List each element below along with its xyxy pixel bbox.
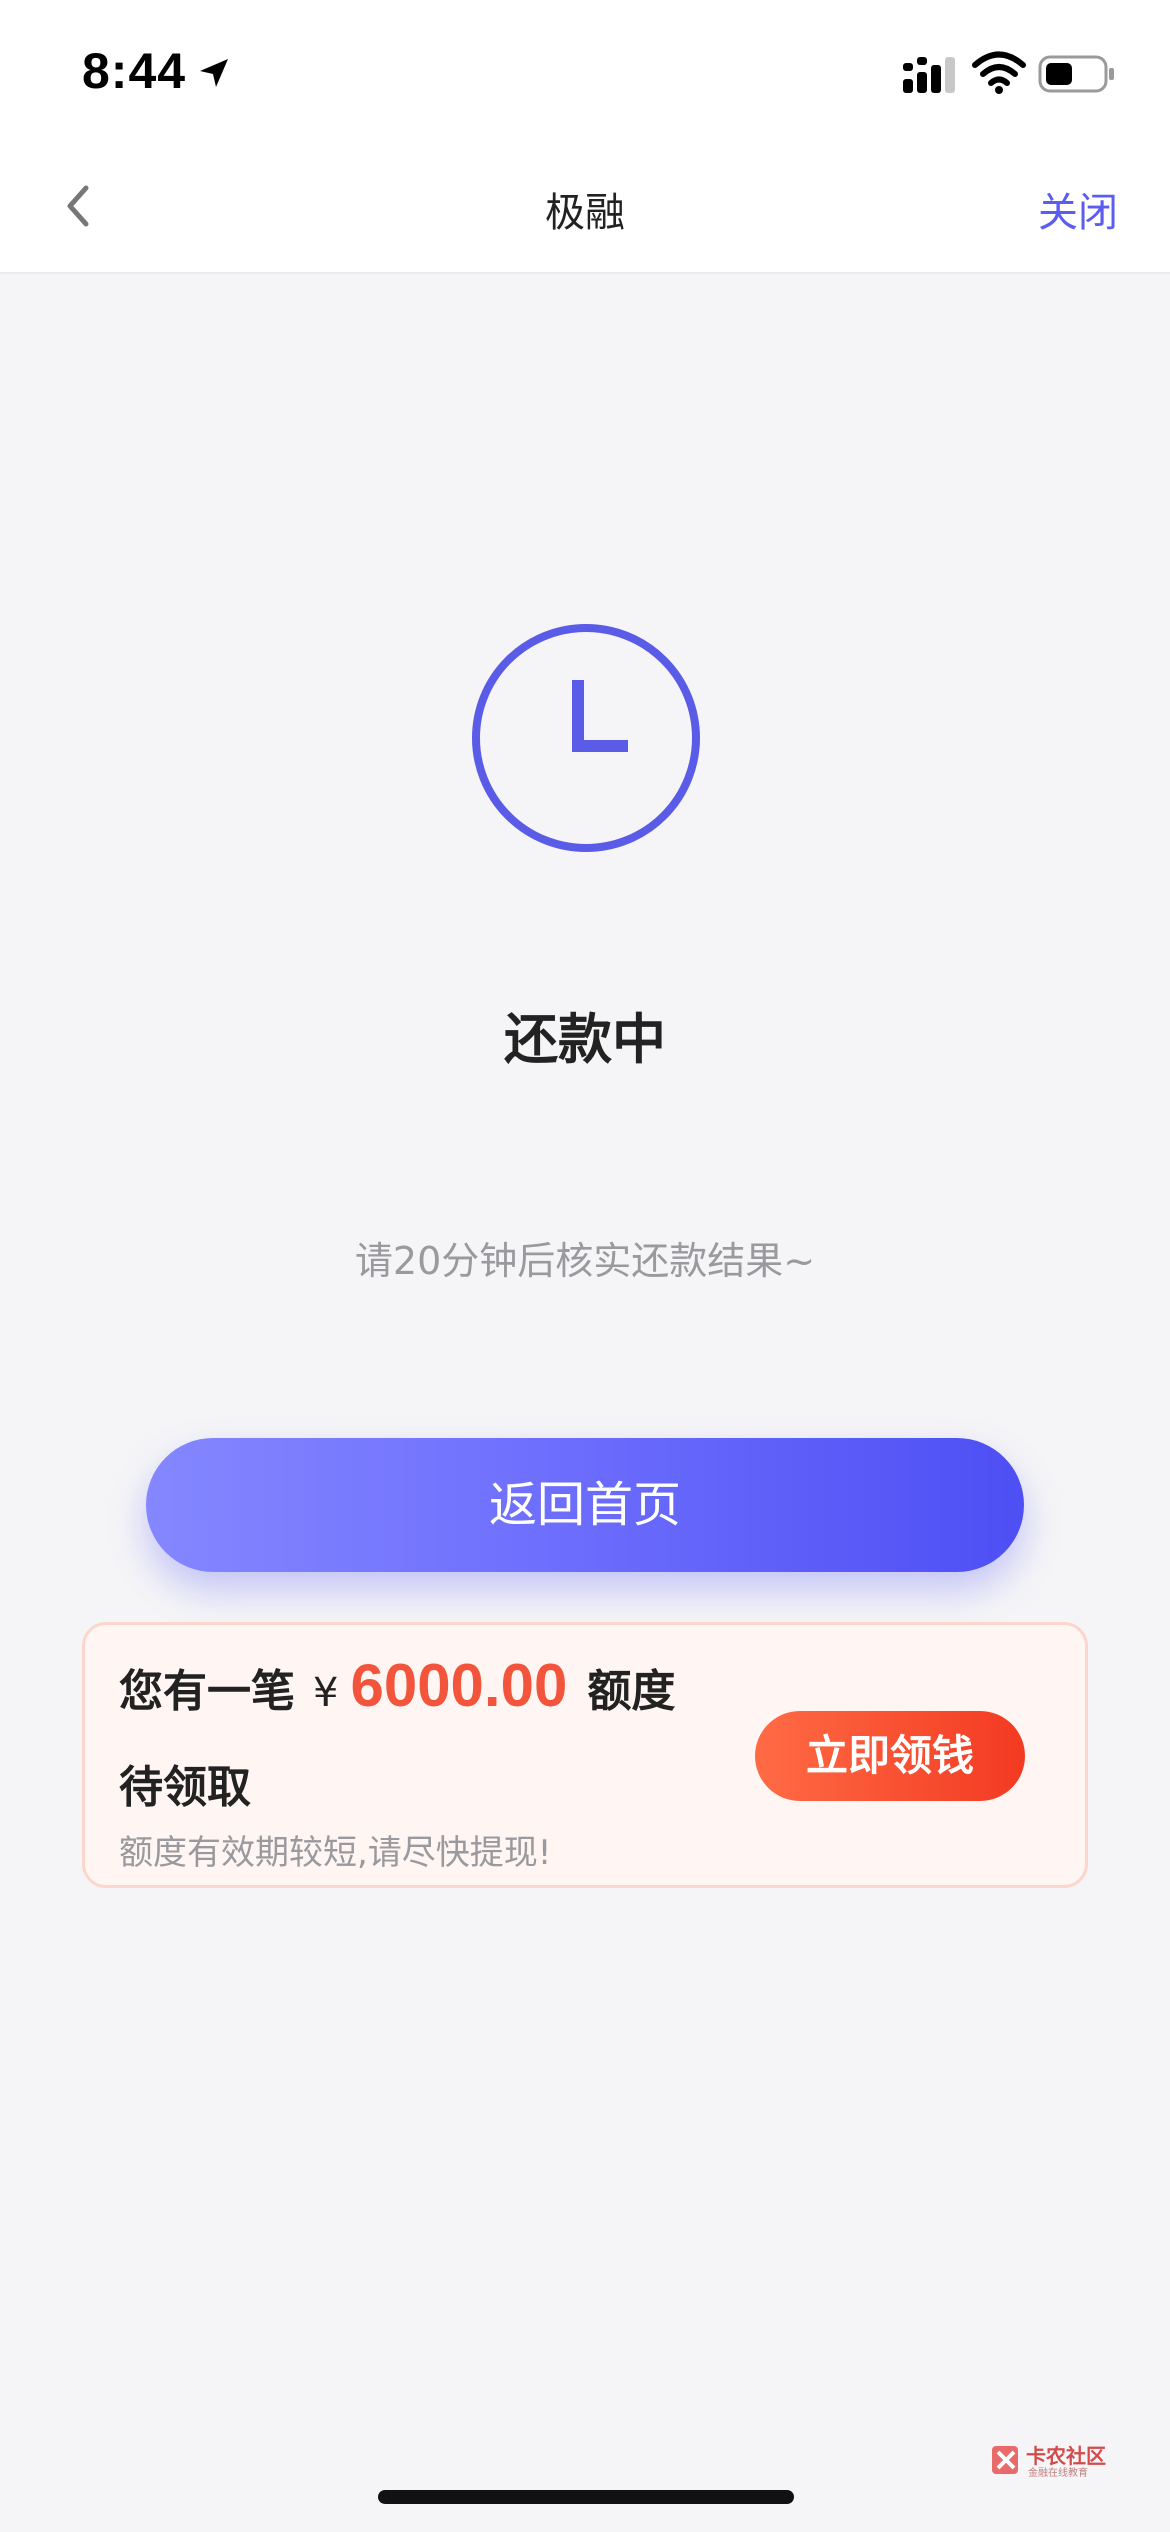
nav-bar: 极融 关闭: [0, 150, 1170, 274]
battery-icon: [1038, 55, 1114, 93]
promo-currency: ¥: [313, 1670, 339, 1716]
return-home-button[interactable]: 返回首页: [146, 1438, 1024, 1572]
status-time: 8:44: [82, 43, 187, 99]
clock-icon: [472, 624, 700, 852]
status-bar: 8:44: [0, 0, 1170, 150]
promo-suffix: 额度: [587, 1666, 676, 1717]
page-title: 极融: [545, 190, 625, 236]
promo-amount: 6000.00: [350, 1652, 568, 1719]
close-button[interactable]: 关闭: [1038, 180, 1118, 238]
watermark: 卡农社区 金融在线教育: [990, 2440, 1112, 2482]
promo-line2: 待领取: [119, 1762, 251, 1813]
status-subtitle: 请20分钟后核实还款结果~: [354, 1239, 816, 1283]
promo-headline: 您有一笔 ¥6000.00 额度: [119, 1651, 675, 1720]
promo-note: 额度有效期较短,请尽快提现!: [119, 1833, 552, 1873]
home-indicator: [378, 2490, 794, 2504]
cellular-signal-icon: [903, 57, 955, 93]
claim-money-button[interactable]: 立即领钱: [755, 1711, 1025, 1801]
location-arrow-icon: [200, 59, 228, 87]
wifi-icon: [972, 51, 1026, 94]
watermark-subtitle: 金融在线教育: [1028, 2468, 1088, 2479]
promo-prefix: 您有一笔: [119, 1666, 295, 1717]
watermark-logo-icon: [992, 2446, 1018, 2474]
promo-card: 您有一笔 ¥6000.00 额度 待领取 额度有效期较短,请尽快提现! 立即领钱: [82, 1622, 1088, 1888]
status-title: 还款中: [504, 1008, 666, 1071]
